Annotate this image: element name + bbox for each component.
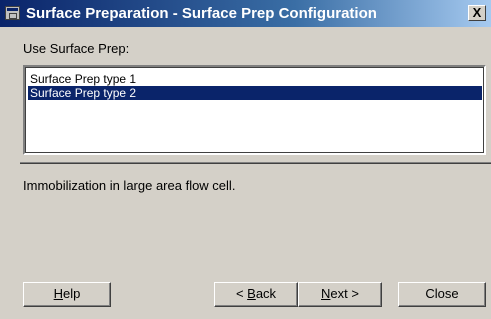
title-bar[interactable]: Surface Preparation - Surface Prep Confi… <box>0 0 491 27</box>
next-button-label-post: ext > <box>330 286 359 301</box>
surface-prep-listbox[interactable]: Surface Prep type 1 Surface Prep type 2 <box>23 65 486 155</box>
next-button-mnemonic: N <box>321 286 331 301</box>
separator-shadow <box>20 163 491 164</box>
close-button[interactable]: Close <box>398 282 486 307</box>
help-button[interactable]: Help <box>23 282 111 307</box>
back-button-mnemonic: B <box>247 286 256 301</box>
description-text: Immobilization in large area flow cell. <box>23 178 236 193</box>
list-item-surface-prep-type-1[interactable]: Surface Prep type 1 <box>28 72 136 86</box>
close-window-button[interactable]: X <box>468 5 486 21</box>
dialog-window: Surface Preparation - Surface Prep Confi… <box>0 0 491 319</box>
next-button[interactable]: Next > <box>298 282 382 307</box>
help-button-label-post: elp <box>63 286 81 301</box>
list-item-surface-prep-type-2[interactable]: Surface Prep type 2 <box>28 86 482 100</box>
window-title: Surface Preparation - Surface Prep Confi… <box>26 5 377 22</box>
close-button-label: Close <box>425 286 459 301</box>
back-button-label-pre: < <box>235 286 248 301</box>
app-icon <box>5 6 20 20</box>
back-button-label-post: ack <box>255 286 277 301</box>
back-button[interactable]: < Back <box>214 282 298 307</box>
help-button-mnemonic: H <box>53 286 64 301</box>
use-surface-prep-label: Use Surface Prep: <box>23 41 130 56</box>
